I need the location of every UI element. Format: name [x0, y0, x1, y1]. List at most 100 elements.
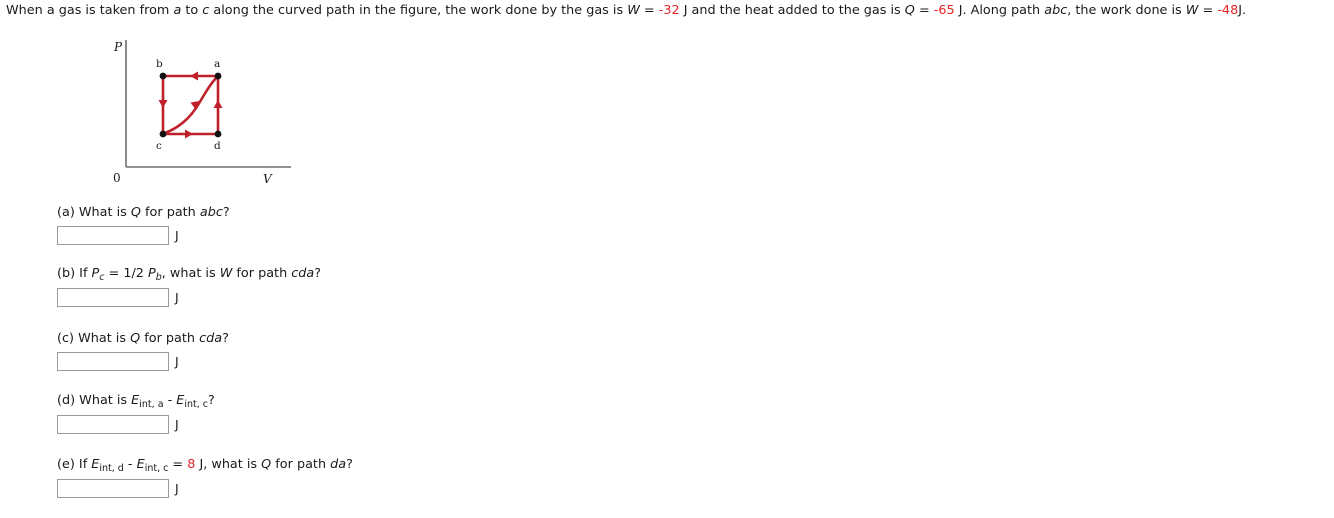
question-b-prompt-after: ? [314, 266, 322, 281]
question-a-text: (a) What is Q for path abc? [57, 205, 230, 221]
question-d-text: (d) What is Eint, a - Eint, c? [57, 393, 215, 410]
question-c-label: (c) [57, 331, 75, 346]
question-e-label: (e) [57, 457, 75, 472]
question-d-subscript-1: int, a [139, 399, 164, 410]
question-c-text: (c) What is Q for path cda? [57, 331, 229, 347]
question-e-prompt-mid: J, what is [195, 457, 262, 472]
question-b-cond-symbol-2: P [148, 266, 156, 281]
arrowhead-c-to-d [185, 129, 193, 139]
problem-text-0: When a gas is taken from [6, 3, 174, 18]
question-b-prompt-mid-2: for path [232, 266, 292, 281]
question-c-prompt-after: ? [222, 331, 229, 346]
question-d-subscript-2: int, c [184, 399, 209, 410]
question-b: (b) If Pc = 1/2 Pb, what is W for path c… [57, 266, 321, 307]
question-a-path: abc [199, 205, 223, 220]
question-a-unit: J [175, 228, 179, 243]
problem-text-16: = [1198, 3, 1218, 18]
work-abc-value: -48 [1217, 3, 1239, 18]
pv-diagram-svg: P 0 V b a c d [113, 40, 291, 186]
origin-label: 0 [113, 171, 121, 185]
problem-text-8: J and the heat added to the gas is [679, 3, 905, 18]
question-e-unit: J [175, 481, 179, 496]
question-a-prompt-before: What is [74, 205, 131, 220]
question-e-path: da [330, 457, 347, 472]
point-d-dot [214, 130, 222, 138]
question-e: (e) If Eint, d - Eint, c = 8 J, what is … [57, 457, 353, 498]
question-b-label: (b) [57, 266, 76, 281]
problem-text-14: , the work done is [1067, 3, 1186, 18]
question-b-answer-input[interactable] [57, 288, 169, 307]
path-a-to-c-curve [163, 76, 218, 135]
point-b-dot [159, 72, 167, 80]
problem-text-13: abc [1044, 3, 1068, 18]
question-e-subscript-1: int, d [99, 463, 124, 474]
question-c-answer-row: J [57, 352, 229, 371]
question-e-prompt-mid-2: for path [271, 457, 331, 472]
problem-text-9: Q [904, 3, 915, 18]
question-e-answer-input[interactable] [57, 479, 169, 498]
question-a-symbol: Q [130, 205, 141, 220]
question-d-prompt-after: ? [208, 393, 215, 408]
problem-text-2: to [181, 3, 203, 18]
question-e-answer-row: J [57, 479, 353, 498]
point-b-label: b [156, 58, 163, 70]
point-d-label: d [214, 140, 221, 152]
question-b-symbol: W [219, 266, 233, 281]
problem-statement: When a gas is taken from a to c along th… [6, 3, 1334, 19]
point-c-dot [159, 130, 167, 138]
pv-diagram-figure: P 0 V b a c d [108, 36, 298, 188]
question-b-cond-eq: = 1/2 [104, 266, 149, 281]
question-d-unit: J [175, 417, 179, 432]
question-b-path: cda [291, 266, 315, 281]
problem-text-15: W [1185, 3, 1199, 18]
problem-text-5: W [627, 3, 640, 18]
arrowhead-d-to-a [213, 100, 223, 108]
heat-ac-value: -65 [933, 3, 955, 18]
question-e-eq: = [168, 457, 188, 472]
point-a-label: a [214, 58, 220, 70]
question-c-prompt-mid: for path [140, 331, 200, 346]
question-d-label: (d) [57, 393, 76, 408]
question-b-prompt-before: If [75, 266, 92, 281]
arrowhead-b-to-c [158, 100, 168, 108]
question-c-prompt-before: What is [74, 331, 131, 346]
question-b-cond-sub-2: b [155, 272, 162, 283]
question-b-unit: J [175, 290, 179, 305]
question-a-answer-input[interactable] [57, 226, 169, 245]
problem-text-10: = [914, 3, 934, 18]
question-d-answer-row: J [57, 415, 215, 434]
point-c-label: c [156, 140, 162, 152]
question-e-prompt-after: ? [346, 457, 353, 472]
question-e-subscript-2: int, c [144, 463, 169, 474]
arrowhead-a-to-b [190, 71, 198, 81]
question-d-answer-input[interactable] [57, 415, 169, 434]
question-e-prompt-before: If [74, 457, 92, 472]
work-ac-value: -32 [658, 3, 680, 18]
problem-text-12: J. Along path [954, 3, 1045, 18]
question-b-answer-row: J [57, 288, 321, 307]
question-e-text: (e) If Eint, d - Eint, c = 8 J, what is … [57, 457, 353, 474]
question-a: (a) What is Q for path abc? J [57, 205, 230, 245]
question-a-prompt-mid: for path [140, 205, 200, 220]
question-b-text: (b) If Pc = 1/2 Pb, what is W for path c… [57, 266, 321, 283]
question-c: (c) What is Q for path cda? J [57, 331, 229, 371]
problem-text-4: along the curved path in the figure, the… [209, 3, 628, 18]
question-c-answer-input[interactable] [57, 352, 169, 371]
problem-text-6: = [639, 3, 659, 18]
question-b-cond-sub-1: c [99, 272, 105, 283]
question-d: (d) What is Eint, a - Eint, c? J [57, 393, 215, 434]
x-axis-label: V [263, 172, 273, 186]
question-a-answer-row: J [57, 226, 230, 245]
question-a-label: (a) [57, 205, 75, 220]
problem-text-18: J. [1238, 3, 1247, 18]
question-c-unit: J [175, 354, 179, 369]
question-d-prompt-before: What is [75, 393, 132, 408]
question-e-symbol-2: E [136, 457, 145, 472]
point-a-dot [214, 72, 222, 80]
question-e-minus: - [123, 457, 137, 472]
question-a-prompt-after: ? [222, 205, 230, 220]
question-c-path: cda [199, 331, 223, 346]
question-c-symbol: Q [130, 331, 141, 346]
question-d-minus: - [163, 393, 177, 408]
question-e-symbol: Q [261, 457, 272, 472]
